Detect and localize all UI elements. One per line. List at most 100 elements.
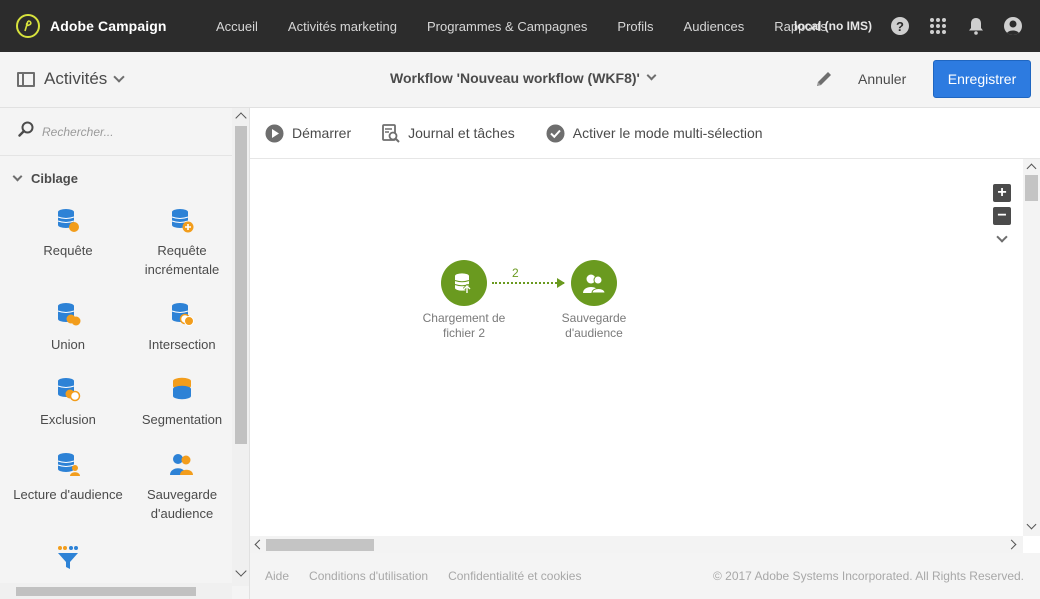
- activity-union[interactable]: Union: [10, 301, 126, 354]
- play-icon: [265, 124, 284, 142]
- activity-requete-incrementale[interactable]: Requête incrémentale: [124, 207, 240, 279]
- node-label: Chargement de fichier 2: [422, 311, 506, 340]
- activity-filter[interactable]: [10, 545, 126, 579]
- app-logo[interactable]: Adobe Campaign: [16, 14, 186, 38]
- activity-sauvegarde-audience[interactable]: Sauvegarde d'audience: [124, 451, 240, 523]
- activity-lecture-audience[interactable]: Lecture d'audience: [10, 451, 126, 504]
- scrollbar-thumb[interactable]: [266, 539, 374, 551]
- section-title: Ciblage: [31, 171, 78, 186]
- scroll-down-arrow-icon[interactable]: [235, 565, 247, 577]
- workflow-node-file-load[interactable]: Chargement de fichier 2: [409, 260, 519, 341]
- journal-button[interactable]: Journal et tâches: [382, 123, 515, 143]
- help-icon[interactable]: ?: [890, 16, 910, 36]
- workflow-title-dropdown[interactable]: Workflow 'Nouveau workflow (WKF8)': [390, 70, 657, 86]
- check-circle-icon: [546, 124, 565, 142]
- nav-item-programmes-campagnes[interactable]: Programmes & Campagnes: [427, 19, 587, 34]
- activity-label: Exclusion: [40, 412, 96, 427]
- top-navigation: Adobe Campaign Accueil Activités marketi…: [0, 0, 1040, 52]
- nav-right-tools: local (no IMS) ?: [794, 0, 1040, 52]
- chevron-down-icon: [113, 70, 125, 83]
- segmentation-icon: [173, 377, 191, 400]
- environment-label: local (no IMS): [794, 19, 872, 33]
- activity-search[interactable]: Rechercher...: [0, 108, 232, 156]
- exclusion-icon: [57, 378, 81, 402]
- scrollbar-thumb[interactable]: [1025, 175, 1038, 201]
- adobe-campaign-logo-icon: [16, 14, 40, 38]
- start-button[interactable]: Démarrer: [265, 124, 351, 143]
- cancel-button[interactable]: Annuler: [858, 71, 906, 87]
- activity-label: Segmentation: [141, 412, 223, 427]
- activity-label: Union: [51, 337, 85, 352]
- workflow-node-save-audience[interactable]: Sauvegarde d'audience: [539, 260, 649, 341]
- palette-horizontal-scrollbar[interactable]: [0, 583, 232, 599]
- activities-palette: Rechercher... Ciblage Requête Requête in…: [0, 108, 250, 599]
- activity-intersection[interactable]: Intersection: [124, 301, 240, 354]
- save-audience-icon: [571, 260, 617, 306]
- panel-icon: [17, 71, 35, 87]
- chevron-down-icon[interactable]: [996, 231, 1008, 243]
- activity-segmentation[interactable]: Segmentation: [124, 376, 240, 429]
- union-icon: [57, 303, 81, 326]
- canvas-vertical-scrollbar[interactable]: [1023, 159, 1040, 536]
- activity-label: Requête incrémentale: [144, 243, 220, 277]
- intersection-icon: [171, 303, 194, 326]
- edit-pencil-icon[interactable]: [814, 69, 834, 89]
- scroll-up-arrow-icon[interactable]: [1026, 163, 1037, 174]
- multiselect-label: Activer le mode multi-sélection: [572, 125, 763, 141]
- start-label: Démarrer: [292, 125, 352, 141]
- multiselect-button[interactable]: Activer le mode multi-sélection: [546, 124, 763, 143]
- canvas-horizontal-scrollbar[interactable]: [250, 536, 1023, 553]
- workflow-toolbar: Démarrer Journal et tâches Activer le mo…: [250, 108, 1040, 159]
- main-nav: Accueil Activités marketing Programmes &…: [186, 0, 827, 52]
- notification-bell-icon[interactable]: [966, 16, 986, 36]
- search-input[interactable]: Rechercher...: [42, 125, 114, 139]
- save-button[interactable]: Enregistrer: [933, 60, 1031, 98]
- activity-label: Sauvegarde d'audience: [146, 487, 218, 521]
- scroll-down-arrow-icon[interactable]: [1026, 519, 1037, 530]
- transition-count: 2: [512, 266, 519, 280]
- user-avatar-icon[interactable]: [1004, 17, 1022, 35]
- activities-panel-toggle[interactable]: Activités: [17, 69, 125, 89]
- activity-exclusion[interactable]: Exclusion: [10, 376, 126, 429]
- footer-link-privacy[interactable]: Confidentialité et cookies: [448, 569, 581, 583]
- workflow-title: Workflow 'Nouveau workflow (WKF8)': [390, 70, 640, 86]
- zoom-out-icon[interactable]: −: [993, 207, 1011, 225]
- scrollbar-thumb[interactable]: [235, 126, 247, 444]
- scroll-left-arrow-icon[interactable]: [254, 539, 265, 550]
- journal-label: Journal et tâches: [408, 125, 515, 141]
- copyright-text: © 2017 Adobe Systems Incorporated. All R…: [712, 569, 1024, 583]
- app-grid-icon[interactable]: [928, 16, 948, 36]
- nav-item-activites-marketing[interactable]: Activités marketing: [288, 19, 397, 34]
- nav-item-accueil[interactable]: Accueil: [216, 19, 258, 34]
- activity-label: Intersection: [148, 337, 216, 352]
- footer-link-help[interactable]: Aide: [265, 569, 289, 583]
- chevron-down-icon: [646, 70, 657, 81]
- activities-title: Activités: [44, 69, 108, 88]
- nav-item-audiences[interactable]: Audiences: [684, 19, 745, 34]
- filter-icon: [58, 546, 78, 569]
- page-footer: Aide Conditions d'utilisation Confidenti…: [250, 553, 1040, 599]
- incremental-query-icon: [171, 209, 194, 233]
- file-load-icon: [441, 260, 487, 306]
- chevron-down-icon: [12, 171, 23, 182]
- scroll-right-arrow-icon[interactable]: [1006, 539, 1017, 550]
- node-label: Sauvegarde d'audience: [561, 311, 627, 340]
- zoom-in-icon[interactable]: +: [993, 184, 1011, 202]
- nav-item-profils[interactable]: Profils: [617, 19, 653, 34]
- scroll-up-arrow-icon[interactable]: [235, 112, 247, 124]
- save-audience-icon: [170, 454, 193, 475]
- app-name: Adobe Campaign: [50, 18, 167, 34]
- section-ciblage[interactable]: Ciblage: [12, 171, 78, 186]
- query-icon: [57, 209, 79, 232]
- activity-requete[interactable]: Requête: [10, 207, 126, 260]
- workflow-canvas[interactable]: + − Chargement de fichier 2 2 Sauvegarde…: [250, 159, 1040, 553]
- scrollbar-thumb[interactable]: [16, 587, 196, 596]
- footer-link-terms[interactable]: Conditions d'utilisation: [309, 569, 428, 583]
- search-icon: [18, 121, 34, 142]
- page-header: Activités Workflow 'Nouveau workflow (WK…: [0, 52, 1040, 108]
- journal-icon: [382, 123, 400, 143]
- activity-label: Requête: [43, 243, 93, 258]
- activity-label: Lecture d'audience: [13, 487, 123, 502]
- read-audience-icon: [57, 453, 80, 476]
- palette-vertical-scrollbar[interactable]: [232, 108, 249, 586]
